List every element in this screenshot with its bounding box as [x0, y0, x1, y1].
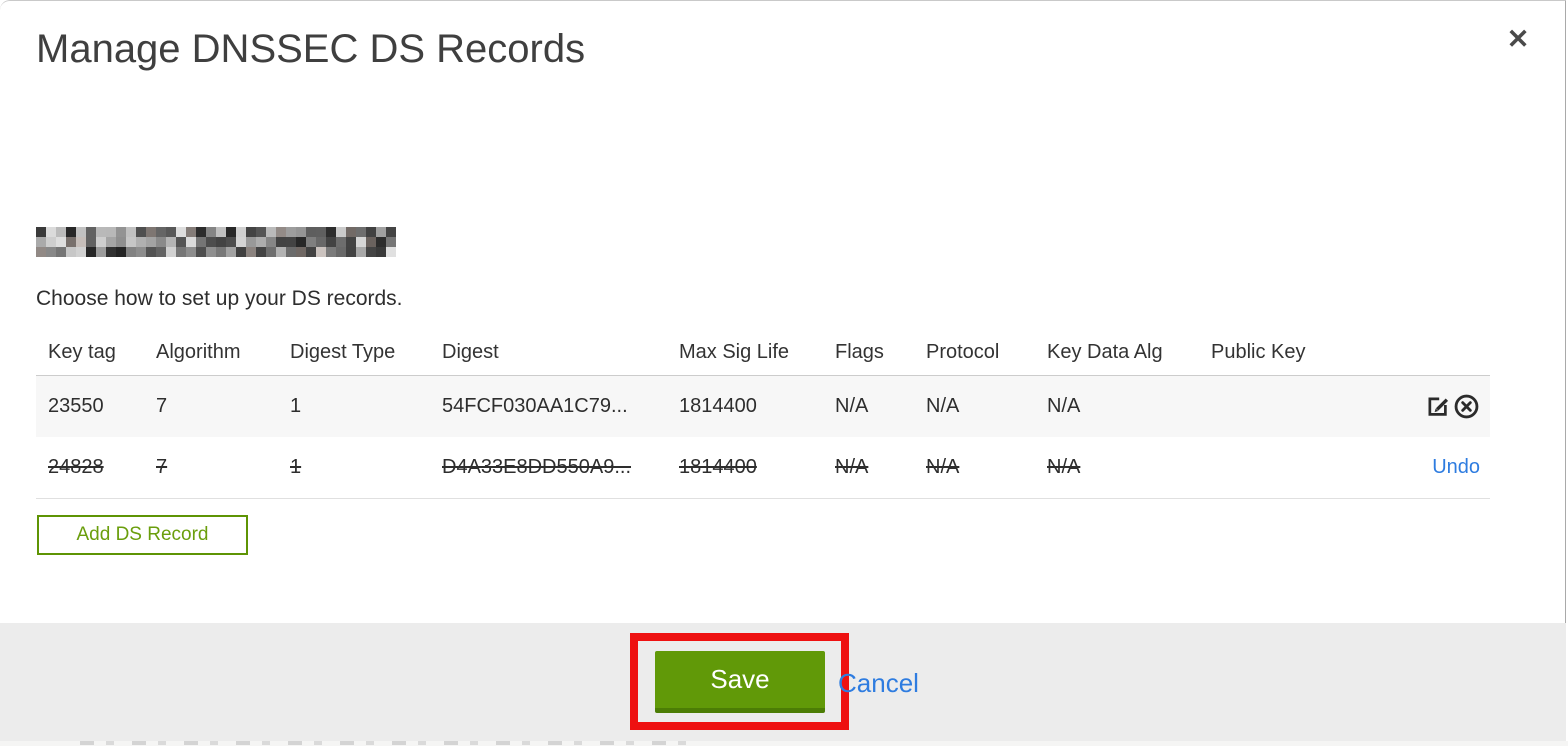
cell-algorithm: 7	[156, 395, 168, 417]
background-text-remnants	[80, 741, 700, 745]
cell-key-data-alg: N/A	[1047, 395, 1081, 417]
col-header-protocol: Protocol	[926, 340, 1000, 363]
cell-digest: 54FCF030AA1C79...	[442, 395, 628, 417]
page-title: Manage DNSSEC DS Records	[36, 27, 586, 71]
cell-flags: N/A	[835, 395, 869, 417]
instruction-text: Choose how to set up your DS records.	[36, 287, 403, 310]
close-icon[interactable]: ✕	[1498, 19, 1538, 59]
cell-digest-type: 1	[290, 456, 302, 478]
cell-protocol: N/A	[926, 395, 960, 417]
cell-protocol: N/A	[926, 456, 960, 478]
cell-algorithm: 7	[156, 456, 168, 478]
col-header-max-sig-life: Max Sig Life	[679, 340, 790, 363]
cell-key-tag: 23550	[48, 395, 104, 417]
col-header-key-tag: Key tag	[48, 340, 116, 363]
cancel-link[interactable]: Cancel	[838, 668, 919, 699]
save-button[interactable]: Save	[655, 651, 825, 713]
cell-key-data-alg: N/A	[1047, 456, 1081, 478]
redacted-domain-name	[36, 227, 396, 257]
cell-digest-type: 1	[290, 395, 302, 417]
cell-max-sig-life: 1814400	[679, 395, 757, 417]
cell-flags: N/A	[835, 456, 869, 478]
delete-icon[interactable]	[1453, 393, 1480, 420]
col-header-key-data-alg: Key Data Alg	[1047, 340, 1163, 363]
table-header-row: Key tag Algorithm Digest Type Digest Max…	[36, 329, 1490, 375]
row-actions	[1406, 393, 1490, 420]
table-row: 23550 7 1 54FCF030AA1C79... 1814400 N/A …	[36, 375, 1490, 437]
cell-key-tag: 24828	[48, 456, 104, 478]
col-header-flags: Flags	[835, 340, 884, 363]
col-header-algorithm: Algorithm	[156, 340, 241, 363]
dnssec-modal: Manage DNSSEC DS Records ✕ Choose how to…	[0, 0, 1566, 741]
col-header-digest: Digest	[442, 340, 499, 363]
table-row-deleted: 24828 7 1 D4A33E8DD550A9... 1814400 N/A …	[36, 437, 1490, 499]
row-actions: Undo	[1406, 456, 1490, 479]
col-header-public-key: Public Key	[1211, 340, 1306, 363]
cell-digest: D4A33E8DD550A9...	[442, 456, 632, 478]
ds-records-table: Key tag Algorithm Digest Type Digest Max…	[36, 329, 1490, 499]
add-ds-record-button[interactable]: Add DS Record	[37, 515, 248, 555]
edit-icon[interactable]	[1424, 393, 1451, 420]
col-header-digest-type: Digest Type	[290, 340, 396, 363]
cell-max-sig-life: 1814400	[679, 456, 757, 478]
undo-link[interactable]: Undo	[1432, 456, 1480, 479]
